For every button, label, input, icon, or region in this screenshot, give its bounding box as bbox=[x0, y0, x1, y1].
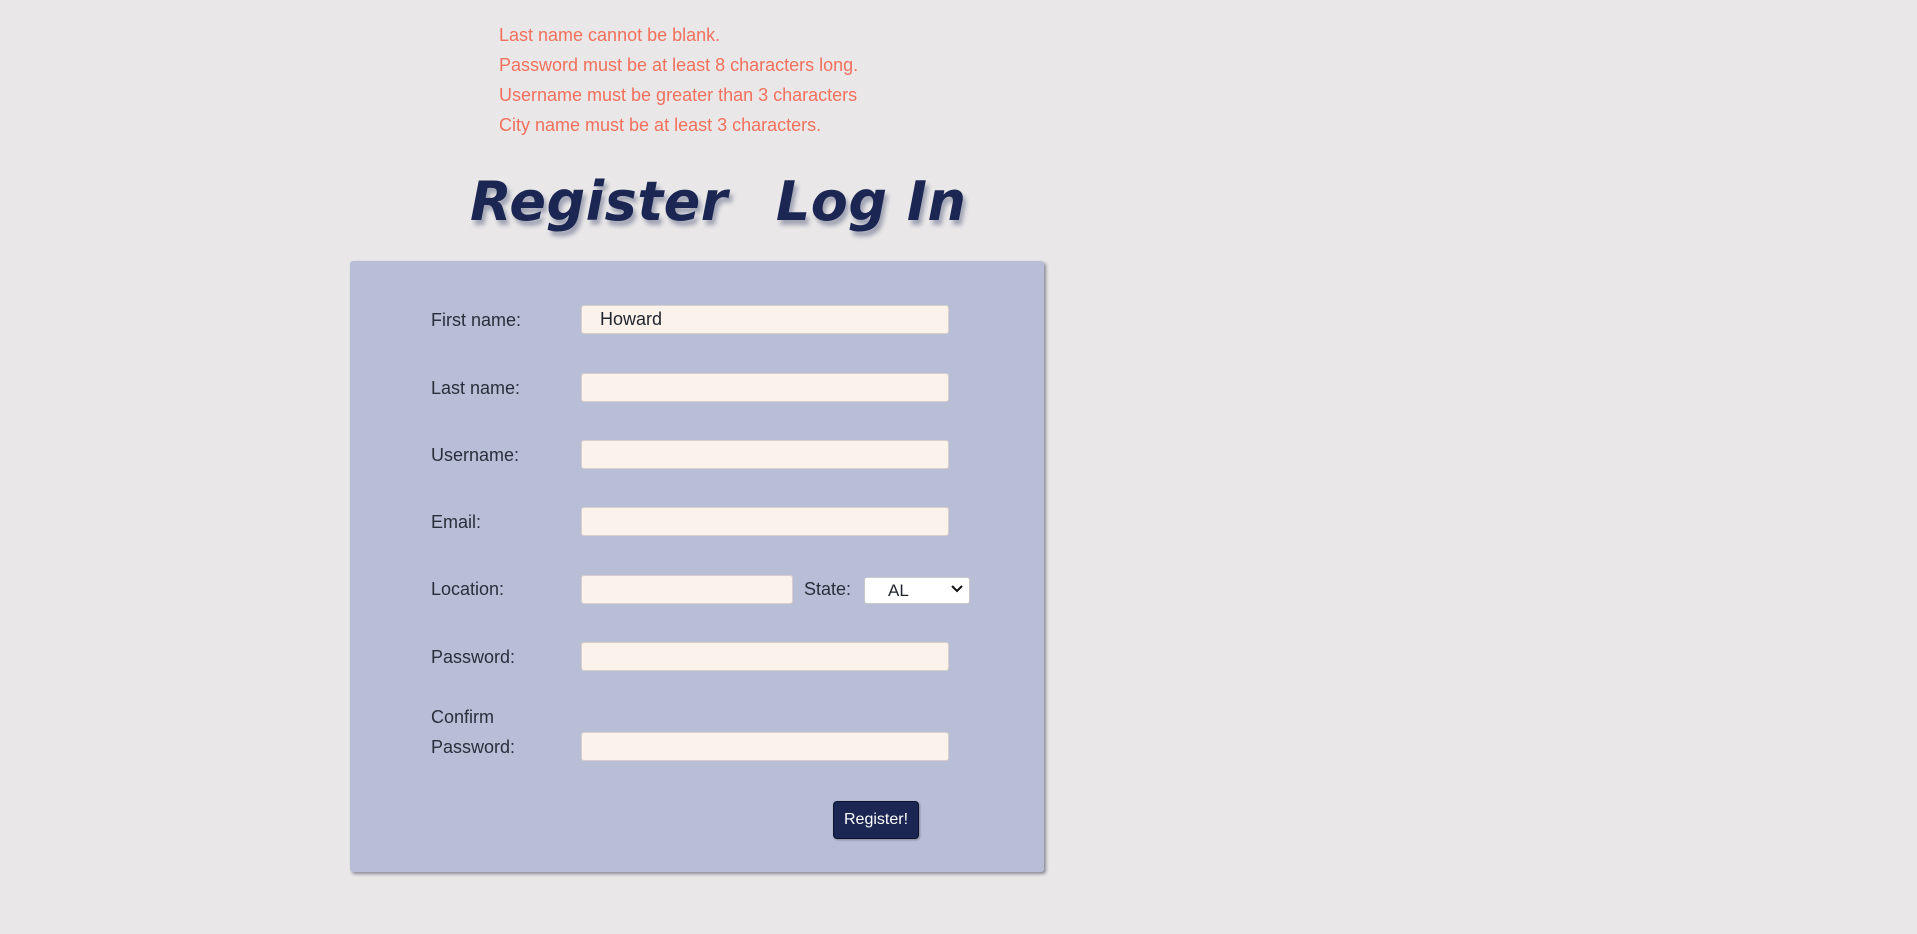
register-button[interactable]: Register! bbox=[833, 801, 919, 839]
tab-register[interactable]: Register bbox=[470, 166, 728, 238]
username-label: Username: bbox=[431, 445, 520, 465]
error-list: Last name cannot be blank. Password must… bbox=[499, 20, 858, 140]
tab-login[interactable]: Log In bbox=[776, 166, 967, 238]
chevron-down-icon bbox=[951, 581, 963, 600]
last-name-field[interactable] bbox=[581, 373, 949, 402]
error-message-last-name: Last name cannot be blank. bbox=[499, 25, 721, 45]
auth-tabs: Register Log In bbox=[470, 166, 966, 238]
state-label: State: bbox=[804, 579, 852, 599]
confirm-password-label-line1: Confirm bbox=[431, 707, 495, 727]
error-message-password: Password must be at least 8 characters l… bbox=[499, 55, 859, 75]
confirm-password-label-line2: Password: bbox=[431, 737, 516, 757]
location-field[interactable] bbox=[581, 575, 793, 604]
registration-form: First name: Last name: Username: Email: … bbox=[350, 261, 1044, 872]
state-selected-value: AL bbox=[888, 580, 909, 600]
email-label: Email: bbox=[431, 512, 482, 532]
confirm-password-field[interactable] bbox=[581, 732, 949, 761]
password-field[interactable] bbox=[581, 642, 949, 671]
error-message-city: City name must be at least 3 characters. bbox=[499, 115, 822, 135]
first-name-label: First name: bbox=[431, 310, 522, 330]
state-select[interactable]: AL bbox=[864, 577, 970, 604]
last-name-label: Last name: bbox=[431, 378, 521, 398]
email-field[interactable] bbox=[581, 507, 949, 536]
username-field[interactable] bbox=[581, 440, 949, 469]
password-label: Password: bbox=[431, 647, 516, 667]
first-name-field[interactable] bbox=[581, 305, 949, 334]
location-label: Location: bbox=[431, 579, 505, 599]
error-message-username: Username must be greater than 3 characte… bbox=[499, 85, 858, 105]
